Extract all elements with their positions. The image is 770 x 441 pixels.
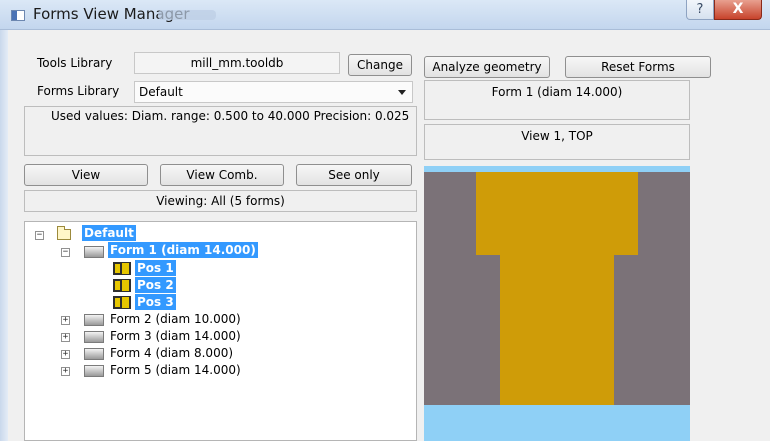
title-bar: Forms View Manager ? X bbox=[0, 0, 770, 30]
tree-item-form-4[interactable]: Form 4 (diam 8.000) bbox=[110, 345, 233, 361]
blurred-title-suffix bbox=[158, 10, 216, 20]
tree-item-form-1[interactable]: Form 1 (diam 14.000) bbox=[108, 242, 258, 258]
used-values-panel: Used values: Diam. range: 0.500 to 40.00… bbox=[24, 106, 417, 156]
see-only-button[interactable]: See only bbox=[296, 164, 412, 186]
view-caption-panel: View 1, TOP bbox=[424, 124, 690, 160]
viewing-status: Viewing: All (5 forms) bbox=[24, 190, 417, 212]
form-caption-panel: Form 1 (diam 14.000) bbox=[424, 80, 690, 120]
form-icon bbox=[84, 314, 104, 326]
view-comb-button[interactable]: View Comb. bbox=[160, 164, 284, 186]
tree-item-pos-1[interactable]: Pos 1 bbox=[135, 260, 176, 276]
tree-item-pos-2[interactable]: Pos 2 bbox=[135, 277, 176, 293]
position-icon bbox=[113, 279, 131, 292]
form-icon bbox=[84, 246, 104, 258]
tool-shank-shape bbox=[476, 172, 638, 255]
form-icon bbox=[84, 365, 104, 377]
tree-root-default[interactable]: Default bbox=[82, 225, 136, 241]
position-icon bbox=[113, 262, 131, 275]
form-view-canvas[interactable] bbox=[424, 166, 690, 441]
view-caption: View 1, TOP bbox=[521, 129, 593, 143]
form-icon bbox=[84, 348, 104, 360]
expand-icon[interactable]: + bbox=[61, 367, 70, 376]
tools-library-field[interactable]: mill_mm.tooldb bbox=[134, 52, 340, 74]
tree-item-form-3[interactable]: Form 3 (diam 14.000) bbox=[110, 328, 241, 344]
app-window-icon bbox=[11, 10, 25, 21]
tool-body-shape bbox=[500, 255, 614, 405]
chevron-down-icon bbox=[398, 90, 406, 95]
tree-item-form-2[interactable]: Form 2 (diam 10.000) bbox=[110, 311, 241, 327]
collapse-icon[interactable]: − bbox=[35, 231, 44, 240]
forms-library-select[interactable]: Default bbox=[134, 81, 413, 103]
form-caption: Form 1 (diam 14.000) bbox=[491, 85, 623, 99]
expand-icon[interactable]: + bbox=[61, 316, 70, 325]
position-icon bbox=[113, 296, 131, 309]
forms-library-label: Forms Library bbox=[37, 84, 120, 98]
expand-icon[interactable]: + bbox=[61, 350, 70, 359]
help-button[interactable]: ? bbox=[686, 0, 714, 20]
expand-icon[interactable]: + bbox=[61, 333, 70, 342]
close-button[interactable]: X bbox=[714, 0, 762, 20]
folder-icon bbox=[57, 226, 71, 240]
form-icon bbox=[84, 331, 104, 343]
reset-forms-button[interactable]: Reset Forms bbox=[565, 56, 711, 78]
forms-tree[interactable]: − Default − Form 1 (diam 14.000) Pos 1 P… bbox=[24, 221, 417, 441]
tools-library-label: Tools Library bbox=[37, 56, 113, 70]
used-values-text: Used values: Diam. range: 0.500 to 40.00… bbox=[51, 109, 410, 123]
collapse-icon[interactable]: − bbox=[61, 248, 70, 257]
change-button[interactable]: Change bbox=[348, 54, 412, 76]
window-left-border bbox=[0, 30, 8, 441]
tree-item-pos-3[interactable]: Pos 3 bbox=[135, 294, 176, 310]
tree-item-form-5[interactable]: Form 5 (diam 14.000) bbox=[110, 362, 241, 378]
forms-library-selected: Default bbox=[139, 85, 183, 99]
analyze-geometry-button[interactable]: Analyze geometry bbox=[424, 56, 550, 78]
view-button[interactable]: View bbox=[24, 164, 148, 186]
view-bottom-region bbox=[424, 405, 690, 441]
